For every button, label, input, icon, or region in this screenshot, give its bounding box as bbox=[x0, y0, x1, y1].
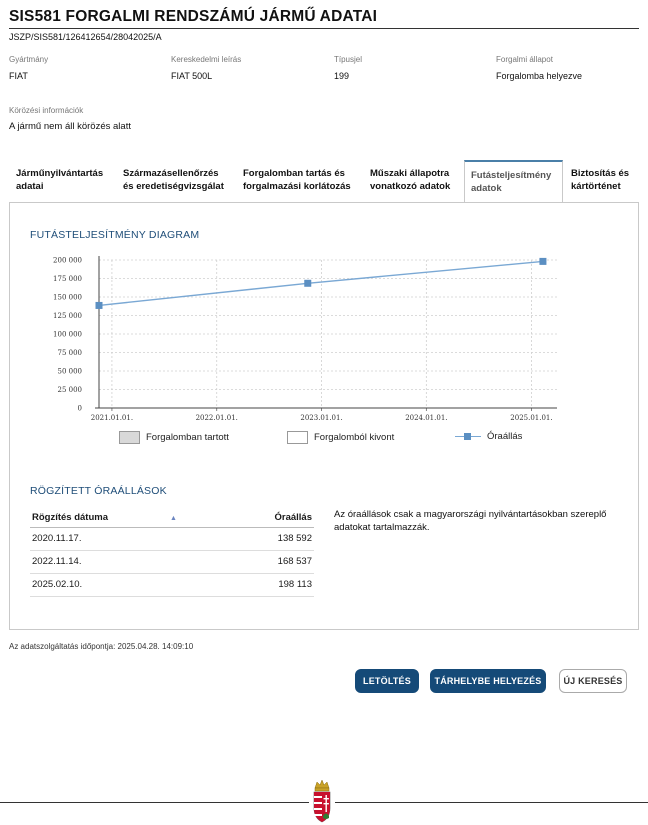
table-row: 2022.11.14. 168 537 bbox=[30, 550, 314, 574]
field-make: Gyártmány FIAT bbox=[9, 55, 48, 81]
circulation-value: A jármű nem áll körözés alatt bbox=[9, 121, 131, 132]
row-date: 2022.11.14. bbox=[30, 550, 253, 574]
tab-label-line2: forgalmazási korlátozás bbox=[243, 181, 351, 192]
legend-withdrawn-swatch bbox=[287, 431, 308, 444]
legend-odometer-label: Óraállás bbox=[487, 431, 523, 442]
tab-label-line2: adatai bbox=[16, 181, 44, 192]
coat-of-arms-icon bbox=[309, 778, 335, 825]
row-value: 138 592 bbox=[252, 527, 314, 551]
row-date: 2025.02.10. bbox=[30, 573, 253, 597]
sort-asc-icon[interactable]: ▲ bbox=[170, 515, 177, 522]
tab-label-line1: Műszaki állapotra bbox=[370, 168, 450, 179]
odometer-section-title: RÖGZÍTETT ÓRAÁLLÁSOK bbox=[30, 485, 167, 497]
tab-vehicle-registry[interactable]: Járműnyilvántartás adatai bbox=[10, 160, 115, 202]
legend-in-traffic[interactable]: Forgalomban tartott bbox=[119, 431, 229, 444]
field-make-label: Gyártmány bbox=[9, 55, 49, 64]
field-commercial-desc-label: Kereskedelmi leírás bbox=[171, 55, 242, 64]
circulation-label: Körözési információk bbox=[9, 106, 84, 115]
tab-label-line2: adatok bbox=[471, 183, 502, 194]
tab-label-line1: Származásellenőrzés bbox=[123, 168, 219, 179]
row-value: 168 537 bbox=[252, 550, 314, 574]
field-type-code-label: Típusjel bbox=[334, 55, 363, 64]
tab-bar: Járműnyilvántartás adatai Származásellen… bbox=[9, 160, 639, 202]
field-make-value: FIAT bbox=[9, 71, 28, 81]
new-search-button[interactable]: ÚJ KERESÉS bbox=[559, 669, 627, 693]
tab-label-line1: Biztosítás és bbox=[571, 168, 630, 179]
field-type-code: Típusjel 199 bbox=[334, 55, 362, 81]
table-row: 2025.02.10. 198 113 bbox=[30, 573, 314, 597]
tab-traffic-restrictions[interactable]: Forgalomban tartás és forgalmazási korlá… bbox=[237, 160, 365, 202]
document-id: JSZP/SIS581/126412654/28042025/A bbox=[9, 32, 162, 42]
data-timestamp: Az adatszolgáltatás időpontja: 2025.04.2… bbox=[9, 642, 194, 651]
col-date-label: Rögzítés dátuma bbox=[32, 511, 109, 523]
chart-title: FUTÁSTELJESÍTMÉNY DIAGRAM bbox=[30, 229, 200, 241]
tab-insurance[interactable]: Biztosítás és kártörténet bbox=[565, 160, 639, 202]
legend-withdrawn[interactable]: Forgalomból kivont bbox=[287, 431, 394, 444]
tab-label-line2: kártörténet bbox=[571, 181, 621, 192]
field-traffic-status-label: Forgalmi állapot bbox=[496, 55, 553, 64]
col-value-header[interactable]: Óraállás bbox=[252, 505, 314, 528]
tab-origin-check[interactable]: Származásellenőrzés és eredetiségvizsgál… bbox=[117, 160, 239, 202]
legend-odometer[interactable]: Óraállás bbox=[455, 431, 522, 442]
download-button[interactable]: LETÖLTÉS bbox=[355, 669, 419, 693]
field-traffic-status-value: Forgalomba helyezve bbox=[496, 71, 583, 81]
legend-in-traffic-label: Forgalomban tartott bbox=[146, 432, 229, 443]
field-commercial-desc: Kereskedelmi leírás FIAT 500L bbox=[171, 55, 241, 81]
store-button[interactable]: TÁRHELYBE HELYEZÉS bbox=[430, 669, 546, 693]
odometer-note: Az óraállások csak a magyarországi nyilv… bbox=[334, 509, 607, 533]
legend-withdrawn-label: Forgalomból kivont bbox=[314, 432, 395, 443]
field-traffic-status: Forgalmi állapot Forgalomba helyezve bbox=[496, 55, 582, 81]
table-header-row: Rögzítés dátuma ▲ Óraállás bbox=[30, 505, 314, 528]
field-commercial-desc-value: FIAT 500L bbox=[171, 71, 213, 81]
tab-label-line2: vonatkozó adatok bbox=[370, 181, 451, 192]
tab-label-line1: Futásteljesítmény bbox=[471, 170, 552, 181]
legend-odometer-swatch bbox=[455, 432, 481, 442]
title-divider bbox=[9, 28, 639, 29]
tab-technical-condition[interactable]: Műszaki állapotra vonatkozó adatok bbox=[364, 160, 464, 202]
odometer-table: Rögzítés dátuma ▲ Óraállás 2020.11.17. 13… bbox=[30, 505, 314, 597]
circulation-info: Körözési információk A jármű nem áll kör… bbox=[9, 106, 131, 132]
tab-mileage[interactable]: Futásteljesítmény adatok bbox=[464, 160, 563, 202]
page-title: SIS581 FORGALMI RENDSZÁMÚ JÁRMŰ ADATAI bbox=[9, 8, 378, 25]
row-value: 198 113 bbox=[252, 573, 314, 597]
legend-in-traffic-swatch bbox=[119, 431, 140, 444]
tab-label-line1: Járműnyilvántartás bbox=[16, 168, 104, 179]
table-row: 2020.11.17. 138 592 bbox=[30, 527, 314, 551]
tab-label-line2: és eredetiségvizsgálat bbox=[123, 181, 224, 192]
col-date-header[interactable]: Rögzítés dátuma ▲ bbox=[30, 505, 253, 528]
tab-label-line1: Forgalomban tartás és bbox=[243, 168, 345, 179]
field-type-code-value: 199 bbox=[334, 71, 350, 81]
row-date: 2020.11.17. bbox=[30, 527, 253, 551]
